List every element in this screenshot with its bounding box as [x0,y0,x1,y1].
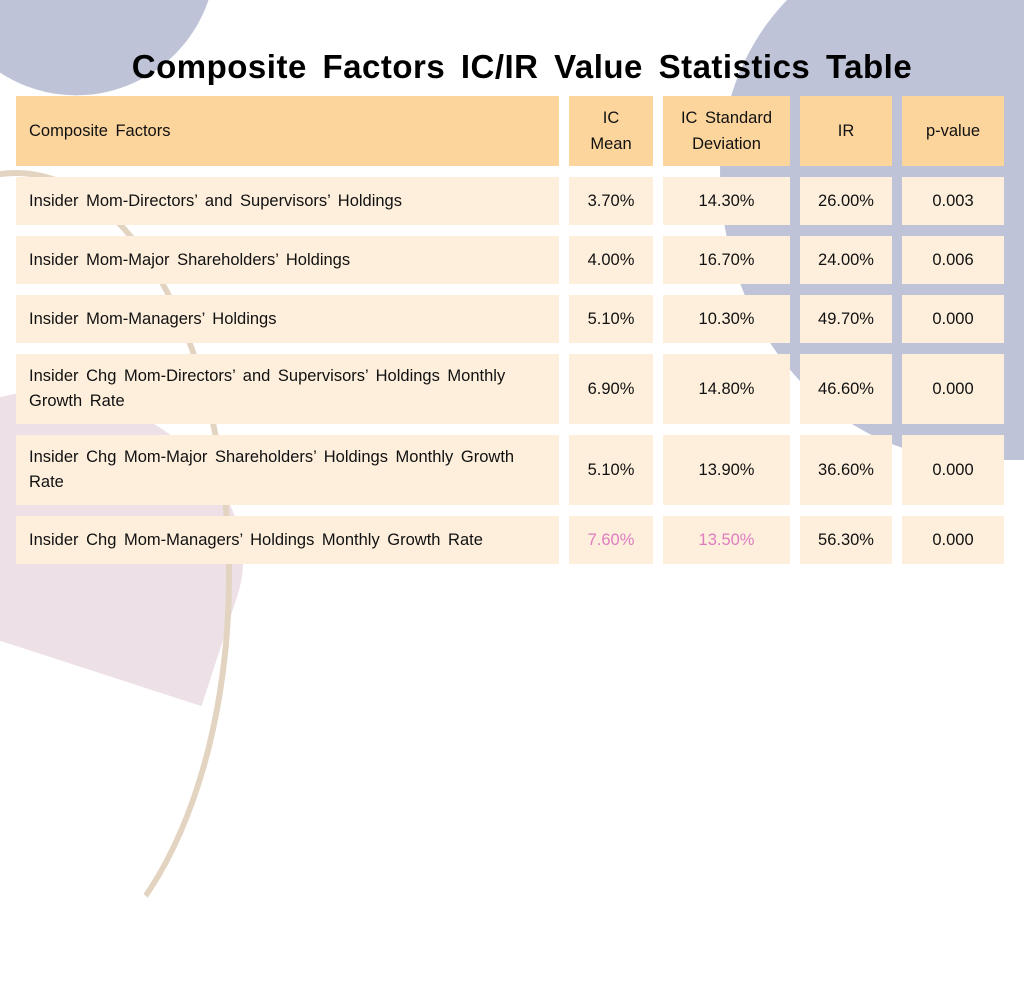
ic-mean-cell: 6.90% [569,354,653,424]
ic-std-cell-highlighted: 13.50% [663,516,790,564]
factor-cell: Insider Mom-Major Shareholders’ Holdings [16,236,559,284]
ir-cell: 24.00% [800,236,892,284]
header-ir: IR [800,96,892,166]
header-ic-std: IC Standard Deviation [663,96,790,166]
ic-std-cell: 14.30% [663,177,790,225]
p-value-cell: 0.006 [902,236,1004,284]
page-title: Composite Factors IC/IR Value Statistics… [131,48,913,86]
factor-cell: Insider Mom-Managers’ Holdings [16,295,559,343]
p-value-cell: 0.000 [902,435,1004,505]
ir-cell: 36.60% [800,435,892,505]
header-label: IC Standard Deviation [680,109,773,153]
header-label: IR [837,122,855,140]
table-row: Insider Mom-Managers’ Holdings 5.10% 10.… [16,295,1004,343]
ic-mean-cell: 5.10% [569,295,653,343]
ic-std-cell: 16.70% [663,236,790,284]
ic-mean-cell: 4.00% [569,236,653,284]
ic-std-cell: 13.90% [663,435,790,505]
factor-cell: Insider Mom-Directors’ and Supervisors’ … [16,177,559,225]
ir-cell: 26.00% [800,177,892,225]
p-value-cell: 0.000 [902,516,1004,564]
statistics-table: Composite Factors IC Mean IC Standard De… [16,96,1004,575]
ir-cell: 49.70% [800,295,892,343]
ir-cell: 46.60% [800,354,892,424]
factor-cell: Insider Chg Mom-Directors’ and Superviso… [16,354,559,424]
ic-std-cell: 14.80% [663,354,790,424]
ic-mean-cell: 3.70% [569,177,653,225]
ir-cell: 56.30% [800,516,892,564]
ic-mean-cell: 5.10% [569,435,653,505]
header-composite-factors: Composite Factors [16,96,559,166]
p-value-cell: 0.000 [902,295,1004,343]
header-p-value: p-value [902,96,1004,166]
table-row: Insider Mom-Major Shareholders’ Holdings… [16,236,1004,284]
factor-cell: Insider Chg Mom-Major Shareholders’ Hold… [16,435,559,505]
table-row: Insider Chg Mom-Managers’ Holdings Month… [16,516,1004,564]
p-value-cell: 0.000 [902,354,1004,424]
header-label: IC Mean [590,109,632,153]
table-row: Insider Chg Mom-Directors’ and Superviso… [16,354,1004,424]
ic-std-cell: 10.30% [663,295,790,343]
p-value-cell: 0.003 [902,177,1004,225]
table-row: Insider Mom-Directors’ and Supervisors’ … [16,177,1004,225]
header-ic-mean: IC Mean [569,96,653,166]
ic-mean-cell-highlighted: 7.60% [569,516,653,564]
header-label: Composite Factors [29,122,171,140]
table-header-row: Composite Factors IC Mean IC Standard De… [16,96,1004,166]
table-row: Insider Chg Mom-Major Shareholders’ Hold… [16,435,1004,505]
factor-cell: Insider Chg Mom-Managers’ Holdings Month… [16,516,559,564]
header-label: p-value [925,122,981,140]
